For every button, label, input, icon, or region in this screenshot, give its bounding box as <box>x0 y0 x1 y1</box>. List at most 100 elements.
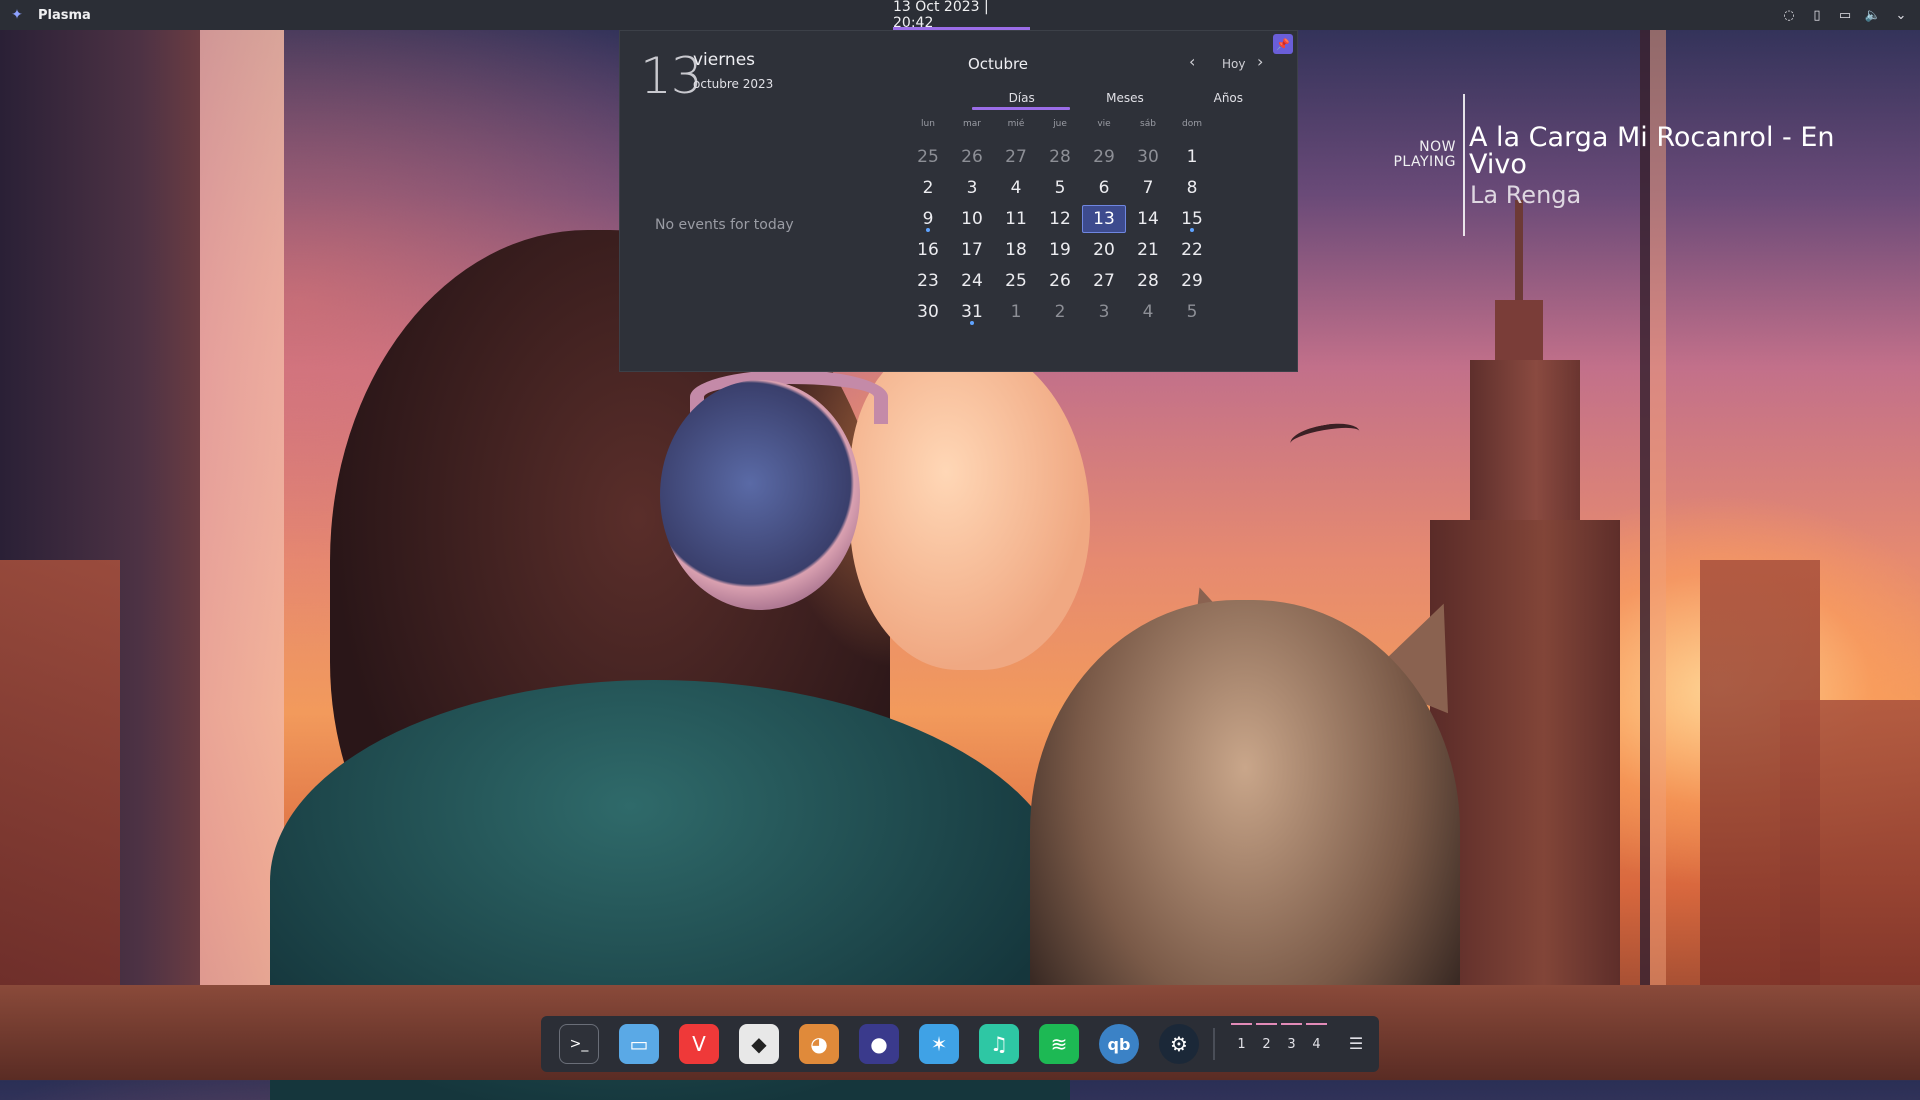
calendar-day[interactable]: 1 <box>1170 143 1214 171</box>
vivaldi-icon[interactable]: V <box>679 1024 719 1064</box>
calendar-day[interactable]: 16 <box>906 236 950 264</box>
calendar-day[interactable]: 31 <box>950 298 994 326</box>
calendar-day[interactable]: 18 <box>994 236 1038 264</box>
calendar-day[interactable]: 2 <box>1038 298 1082 326</box>
tray-lock-icon[interactable]: ◌ <box>1780 6 1798 24</box>
kdeconnect-icon[interactable]: ✶ <box>919 1024 959 1064</box>
calendar-day[interactable]: 22 <box>1170 236 1214 264</box>
calendar-day[interactable]: 3 <box>1082 298 1126 326</box>
calendar-day[interactable]: 29 <box>1170 267 1214 295</box>
wallpaper-face <box>850 340 1090 670</box>
calendar-day[interactable]: 23 <box>906 267 950 295</box>
now-playing-title: A la Carga Mi Rocanrol - En Vivo <box>1469 122 1835 180</box>
tab-years[interactable]: Años <box>1177 89 1280 111</box>
calendar-day[interactable]: 14 <box>1126 205 1170 233</box>
calendar-day[interactable]: 26 <box>950 143 994 171</box>
event-indicator-dot <box>926 228 930 232</box>
today-button[interactable]: Hoy <box>1222 57 1245 71</box>
active-tab-indicator <box>972 107 1070 110</box>
calendar-day[interactable]: 24 <box>950 267 994 295</box>
calendar-day-number: 3 <box>1098 302 1110 322</box>
calendar-day[interactable]: 13 <box>1082 205 1126 233</box>
pager-desktop-label: 4 <box>1312 1036 1321 1052</box>
calendar-day[interactable]: 21 <box>1126 236 1170 264</box>
pin-icon[interactable]: 📌 <box>1273 34 1293 54</box>
calendar-day[interactable]: 20 <box>1082 236 1126 264</box>
calendar-day-number: 26 <box>1049 271 1071 291</box>
menu-lines-icon[interactable]: ☰ <box>1345 1034 1367 1054</box>
pager-indicator <box>1256 1022 1277 1025</box>
calendar-day-number: 1 <box>1186 147 1198 167</box>
calendar-day-number: 27 <box>1093 271 1115 291</box>
tab-months[interactable]: Meses <box>1073 89 1176 111</box>
calendar-day-number: 4 <box>1142 302 1154 322</box>
weekday-header: sáb <box>1140 119 1156 129</box>
calendar-day-number: 29 <box>1181 271 1203 291</box>
qbittorrent-icon[interactable]: qb <box>1099 1024 1139 1064</box>
calendar-day[interactable]: 5 <box>1038 174 1082 202</box>
calendar-day[interactable]: 2 <box>906 174 950 202</box>
calendar-day-number: 24 <box>961 271 983 291</box>
calendar-day[interactable]: 6 <box>1082 174 1126 202</box>
calendar-day-number: 26 <box>961 147 983 167</box>
calendar-day-number: 28 <box>1137 271 1159 291</box>
calendar-day[interactable]: 1 <box>994 298 1038 326</box>
previous-month-chevron-icon[interactable]: ‹ <box>1189 52 1195 71</box>
inkscape-icon[interactable]: ◆ <box>739 1024 779 1064</box>
calendar-day[interactable]: 27 <box>994 143 1038 171</box>
pager-desktop-3[interactable]: 3 <box>1279 1022 1304 1052</box>
plasma-launcher-icon[interactable]: ✦ <box>8 6 26 24</box>
calendar-day[interactable]: 8 <box>1170 174 1214 202</box>
calendar-day-number: 5 <box>1054 178 1066 198</box>
dock: >_ ▭ V ◆ ◕ ● ✶ ♫ ≋ qb ⚙ 1 2 3 4 ☰ <box>541 1016 1379 1072</box>
pager-indicator <box>1231 1022 1252 1025</box>
files-icon[interactable]: ▭ <box>619 1024 659 1064</box>
calendar-day[interactable]: 30 <box>906 298 950 326</box>
tray-volume-icon[interactable]: 🔈 <box>1864 6 1882 24</box>
pager-desktop-2[interactable]: 2 <box>1254 1022 1279 1052</box>
calendar-day[interactable]: 17 <box>950 236 994 264</box>
calendar-day[interactable]: 28 <box>1126 267 1170 295</box>
next-month-chevron-icon[interactable]: › <box>1257 52 1263 71</box>
calendar-day[interactable]: 4 <box>994 174 1038 202</box>
calendar-day[interactable]: 26 <box>1038 267 1082 295</box>
tray-expand-chevron-icon[interactable]: ⌄ <box>1892 6 1910 24</box>
virtual-desktop-pager: 1 2 3 4 <box>1229 1022 1329 1052</box>
calendar-day[interactable]: 10 <box>950 205 994 233</box>
calendar-day-number: 22 <box>1181 240 1203 260</box>
calendar-day-number: 18 <box>1005 240 1027 260</box>
gimp-icon[interactable]: ◕ <box>799 1024 839 1064</box>
pager-desktop-label: 1 <box>1237 1036 1246 1052</box>
calendar-day[interactable]: 5 <box>1170 298 1214 326</box>
calendar-day[interactable]: 25 <box>994 267 1038 295</box>
pager-desktop-1[interactable]: 1 <box>1229 1022 1254 1052</box>
calendar-day-number: 11 <box>1005 209 1027 229</box>
pager-desktop-4[interactable]: 4 <box>1304 1022 1329 1052</box>
calendar-day[interactable]: 28 <box>1038 143 1082 171</box>
spotify-icon[interactable]: ≋ <box>1039 1024 1079 1064</box>
steam-icon[interactable]: ⚙ <box>1159 1024 1199 1064</box>
tray-device-icon[interactable]: ▯ <box>1808 6 1826 24</box>
terminal-icon[interactable]: >_ <box>559 1024 599 1064</box>
calendar-day[interactable]: 12 <box>1038 205 1082 233</box>
calendar-day[interactable]: 19 <box>1038 236 1082 264</box>
obs-icon[interactable]: ● <box>859 1024 899 1064</box>
calendar-day[interactable]: 27 <box>1082 267 1126 295</box>
tray-display-icon[interactable]: ▭ <box>1836 6 1854 24</box>
calendar-day[interactable]: 25 <box>906 143 950 171</box>
calendar-day[interactable]: 4 <box>1126 298 1170 326</box>
calendar-day-number: 30 <box>1137 147 1159 167</box>
panel-clock[interactable]: 13 Oct 2023 | 20:42 <box>893 0 1030 31</box>
calendar-day[interactable]: 11 <box>994 205 1038 233</box>
no-events-message: No events for today <box>655 217 794 233</box>
calendar-day-number: 16 <box>917 240 939 260</box>
calendar-day-number: 5 <box>1186 302 1198 322</box>
now-playing-label: NOW PLAYING <box>1393 139 1456 170</box>
calendar-day[interactable]: 3 <box>950 174 994 202</box>
calendar-day[interactable]: 15 <box>1170 205 1214 233</box>
calendar-day[interactable]: 9 <box>906 205 950 233</box>
calendar-day[interactable]: 30 <box>1126 143 1170 171</box>
calendar-day[interactable]: 29 <box>1082 143 1126 171</box>
calendar-day[interactable]: 7 <box>1126 174 1170 202</box>
music-icon[interactable]: ♫ <box>979 1024 1019 1064</box>
